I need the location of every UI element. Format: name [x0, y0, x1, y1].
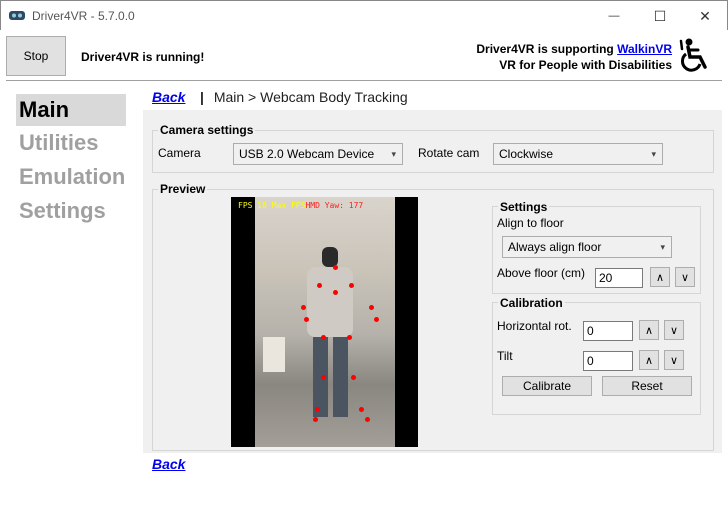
minimize-icon: —	[608, 10, 620, 22]
calibrate-button-label: Calibrate	[522, 379, 572, 393]
camera-select-value: USB 2.0 Webcam Device	[239, 147, 375, 161]
above-floor-up-button[interactable]: ∧	[650, 267, 670, 287]
title-bar: Driver4VR - 5.7.0.0 — ☐ ✕	[0, 0, 728, 30]
horizontal-rot-up-button[interactable]: ∧	[639, 320, 659, 340]
pose-keypoint	[304, 317, 309, 322]
back-link-top[interactable]: Back	[152, 89, 185, 105]
sidebar-item-label: Main	[19, 97, 70, 122]
chevron-down-icon: ▾	[651, 149, 656, 159]
running-status: Driver4VR is running!	[81, 50, 205, 64]
horizontal-rot-down-button[interactable]: ∨	[664, 320, 684, 340]
sidebar-item-label: Utilities	[19, 130, 99, 155]
webcam-image	[255, 197, 395, 447]
back-link-bottom[interactable]: Back	[152, 456, 185, 472]
chevron-down-icon: ∨	[669, 354, 679, 367]
calibrate-button[interactable]: Calibrate	[502, 376, 592, 396]
breadcrumb-path: Main > Webcam Body Tracking	[213, 89, 408, 105]
breadcrumb-separator: |	[200, 89, 204, 105]
pose-keypoint	[369, 305, 374, 310]
pose-keypoint	[347, 335, 352, 340]
rotate-cam-select[interactable]: Clockwise ▾	[493, 143, 663, 165]
person-leg-right	[333, 337, 348, 417]
pose-keypoint	[301, 305, 306, 310]
pose-keypoint	[333, 290, 338, 295]
maximize-icon: ☐	[653, 7, 667, 24]
pose-keypoint	[317, 283, 322, 288]
reset-button-label: Reset	[631, 379, 663, 393]
hmd-yaw-overlay: HMD Yaw: 177	[305, 201, 364, 210]
person-head	[322, 247, 338, 267]
align-floor-select-value: Always align floor	[508, 240, 602, 254]
minimize-button[interactable]: —	[591, 1, 637, 31]
stop-button[interactable]: Stop	[6, 36, 66, 76]
chevron-up-icon: ∧	[655, 271, 665, 284]
fps-overlay: FPS 18 Max FPSHMD Yaw: 177	[238, 201, 363, 210]
radiator	[263, 337, 285, 372]
above-floor-input[interactable]: 20	[595, 268, 643, 288]
chevron-up-icon: ∧	[644, 354, 654, 367]
close-button[interactable]: ✕	[682, 1, 728, 31]
sidebar-item-settings[interactable]: Settings	[16, 195, 126, 227]
chevron-down-icon: ∨	[669, 324, 679, 337]
pose-keypoint	[313, 417, 318, 422]
camera-label: Camera	[158, 146, 201, 160]
maximize-button[interactable]: ☐	[637, 1, 683, 31]
rotate-cam-label: Rotate cam	[418, 146, 480, 160]
support-prefix: Driver4VR is supporting	[476, 42, 618, 56]
sidebar-item-label: Settings	[19, 198, 106, 223]
align-floor-label: Align to floor	[497, 216, 564, 230]
person-torso	[307, 267, 353, 337]
tilt-label: Tilt	[497, 349, 513, 363]
camera-settings-title: Camera settings	[158, 123, 256, 137]
pose-keypoint	[365, 417, 370, 422]
pose-keypoint	[374, 317, 379, 322]
horizontal-rot-label: Horizontal rot.	[497, 319, 572, 333]
stop-button-label: Stop	[23, 49, 49, 63]
pose-keypoint	[321, 335, 326, 340]
window-title: Driver4VR - 5.7.0.0	[32, 9, 135, 23]
support-line-2: VR for People with Disabilities	[499, 58, 672, 72]
reset-button[interactable]: Reset	[602, 376, 692, 396]
calibration-title: Calibration	[498, 296, 565, 310]
walkinvr-link[interactable]: WalkinVR	[617, 42, 672, 56]
sidebar-item-label: Emulation	[19, 164, 126, 189]
pose-keypoint	[333, 265, 338, 270]
sidebar-item-main[interactable]: Main	[16, 94, 126, 126]
fps-overlay-text: FPS 18 Max FPS	[238, 201, 306, 210]
tilt-input[interactable]: 0	[583, 351, 633, 371]
preview-title: Preview	[158, 182, 208, 196]
chevron-up-icon: ∧	[644, 324, 654, 337]
pose-keypoint	[321, 375, 326, 380]
pose-keypoint	[315, 407, 320, 412]
above-floor-label: Above floor (cm)	[497, 266, 586, 280]
pose-keypoint	[349, 283, 354, 288]
sidebar-item-utilities[interactable]: Utilities	[16, 127, 126, 159]
camera-select[interactable]: USB 2.0 Webcam Device ▾	[233, 143, 403, 165]
breadcrumb: | Main > Webcam Body Tracking	[200, 89, 408, 105]
tilt-down-button[interactable]: ∨	[664, 350, 684, 370]
pose-keypoint	[351, 375, 356, 380]
vr-headset-app-icon	[9, 11, 25, 20]
sidebar-item-emulation[interactable]: Emulation	[16, 161, 126, 193]
chevron-down-icon: ▾	[391, 149, 396, 159]
chevron-down-icon: ∨	[680, 271, 690, 284]
wheelchair-icon[interactable]	[678, 37, 716, 75]
above-floor-down-button[interactable]: ∨	[675, 267, 695, 287]
tilt-up-button[interactable]: ∧	[639, 350, 659, 370]
align-floor-select[interactable]: Always align floor ▾	[502, 236, 672, 258]
rotate-cam-select-value: Clockwise	[499, 147, 554, 161]
support-line-1: Driver4VR is supporting WalkinVR	[476, 42, 672, 56]
chevron-down-icon: ▾	[660, 242, 665, 252]
pose-keypoint	[359, 407, 364, 412]
webcam-preview: FPS 18 Max FPSHMD Yaw: 177	[231, 197, 418, 447]
horizontal-rot-input[interactable]: 0	[583, 321, 633, 341]
settings-title: Settings	[498, 200, 550, 214]
close-icon: ✕	[699, 7, 711, 24]
header-divider	[6, 80, 722, 81]
